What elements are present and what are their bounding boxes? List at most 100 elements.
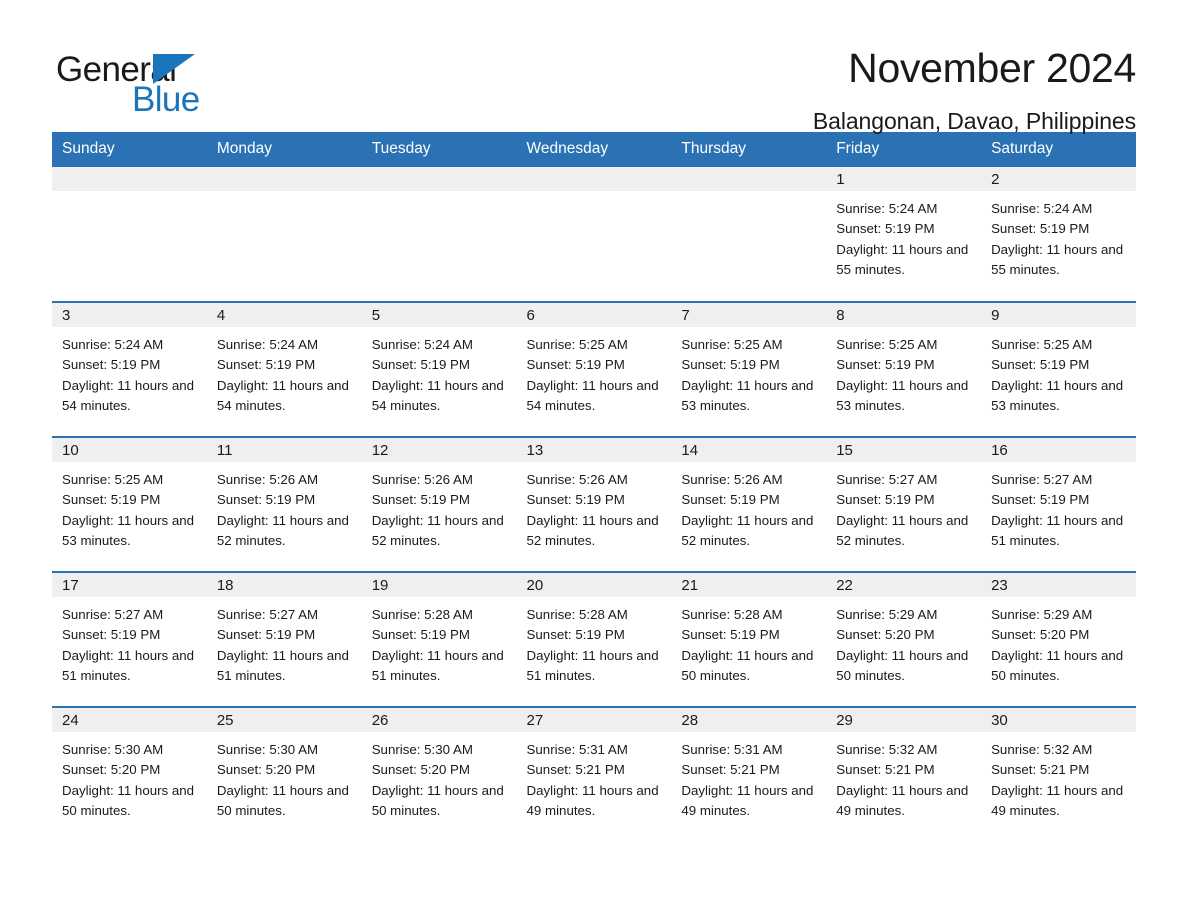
day-number: 27 <box>516 708 672 732</box>
calendar-day-cell[interactable]: 26 Sunrise: 5:30 AM Sunset: 5:20 PM Dayli… <box>361 706 517 842</box>
day-sun-info: Sunrise: 5:30 AM Sunset: 5:20 PM Dayligh… <box>216 742 349 818</box>
calendar-day-cell[interactable]: 1 Sunrise: 5:24 AM Sunset: 5:19 PM Daylig… <box>826 167 982 302</box>
day-number: 8 <box>826 303 982 327</box>
day-sun-info: Sunrise: 5:30 AM Sunset: 5:20 PM Dayligh… <box>371 742 504 818</box>
day-sun-info <box>207 191 362 199</box>
day-number <box>516 167 672 191</box>
calendar-cell-empty <box>206 167 362 302</box>
calendar-cell-empty <box>52 167 207 302</box>
calendar-cell-empty <box>516 167 672 302</box>
weekday-header-thursday: Thursday <box>671 132 827 167</box>
calendar-day-cell[interactable]: 7 Sunrise: 5:25 AM Sunset: 5:19 PM Daylig… <box>671 301 827 437</box>
calendar-day-cell[interactable]: 14 Sunrise: 5:26 AM Sunset: 5:19 PM Dayli… <box>671 436 827 572</box>
day-sun-info <box>362 191 517 199</box>
day-sun-info: Sunrise: 5:26 AM Sunset: 5:19 PM Dayligh… <box>526 472 659 548</box>
day-number: 15 <box>826 438 982 462</box>
calendar-day-cell[interactable]: 24 Sunrise: 5:30 AM Sunset: 5:20 PM Dayli… <box>52 706 207 842</box>
day-sun-info: Sunrise: 5:24 AM Sunset: 5:19 PM Dayligh… <box>836 201 969 277</box>
day-number: 28 <box>671 708 827 732</box>
calendar-day-cell[interactable]: 8 Sunrise: 5:25 AM Sunset: 5:19 PM Daylig… <box>826 301 982 437</box>
day-sun-info: Sunrise: 5:31 AM Sunset: 5:21 PM Dayligh… <box>681 742 814 818</box>
weekday-header-friday: Friday <box>826 132 982 167</box>
calendar-day-cell[interactable]: 5 Sunrise: 5:24 AM Sunset: 5:19 PM Daylig… <box>361 301 517 437</box>
day-sun-info: Sunrise: 5:27 AM Sunset: 5:19 PM Dayligh… <box>991 472 1124 548</box>
calendar-day-cell[interactable]: 3 Sunrise: 5:24 AM Sunset: 5:19 PM Daylig… <box>52 301 207 437</box>
day-number: 26 <box>361 708 517 732</box>
calendar-day-cell[interactable]: 17 Sunrise: 5:27 AM Sunset: 5:19 PM Dayli… <box>52 571 207 707</box>
day-number <box>671 167 827 191</box>
weekday-header-wednesday: Wednesday <box>516 132 672 167</box>
day-sun-info: Sunrise: 5:24 AM Sunset: 5:19 PM Dayligh… <box>62 337 195 413</box>
calendar-day-cell[interactable]: 25 Sunrise: 5:30 AM Sunset: 5:20 PM Dayli… <box>206 706 362 842</box>
day-number: 10 <box>52 438 207 462</box>
calendar-day-cell[interactable]: 9 Sunrise: 5:25 AM Sunset: 5:19 PM Daylig… <box>981 301 1136 437</box>
day-sun-info: Sunrise: 5:28 AM Sunset: 5:19 PM Dayligh… <box>526 607 659 683</box>
location-subtitle: Balangonan, Davao, Philippines <box>812 108 1136 135</box>
calendar-day-cell[interactable]: 6 Sunrise: 5:25 AM Sunset: 5:19 PM Daylig… <box>516 301 672 437</box>
day-number: 6 <box>516 303 672 327</box>
calendar-day-cell[interactable]: 30 Sunrise: 5:32 AM Sunset: 5:21 PM Dayli… <box>981 706 1136 842</box>
logo-text-blue: Blue <box>132 80 200 119</box>
calendar-day-cell[interactable]: 10 Sunrise: 5:25 AM Sunset: 5:19 PM Dayli… <box>52 436 207 572</box>
day-number: 17 <box>52 573 207 597</box>
day-sun-info: Sunrise: 5:32 AM Sunset: 5:21 PM Dayligh… <box>991 742 1124 818</box>
calendar-week-row: 3 Sunrise: 5:24 AM Sunset: 5:19 PM Daylig… <box>52 301 1136 437</box>
day-sun-info <box>671 191 826 199</box>
calendar-day-cell[interactable]: 23 Sunrise: 5:29 AM Sunset: 5:20 PM Dayli… <box>981 571 1136 707</box>
day-number: 12 <box>361 438 517 462</box>
day-sun-info: Sunrise: 5:26 AM Sunset: 5:19 PM Dayligh… <box>371 472 504 548</box>
day-sun-info: Sunrise: 5:32 AM Sunset: 5:21 PM Dayligh… <box>836 742 969 818</box>
calendar-week-row: 10 Sunrise: 5:25 AM Sunset: 5:19 PM Dayli… <box>52 436 1136 572</box>
day-sun-info: Sunrise: 5:28 AM Sunset: 5:19 PM Dayligh… <box>371 607 504 683</box>
day-number: 4 <box>206 303 362 327</box>
calendar-day-cell[interactable]: 16 Sunrise: 5:27 AM Sunset: 5:19 PM Dayli… <box>981 436 1136 572</box>
calendar-day-cell[interactable]: 13 Sunrise: 5:26 AM Sunset: 5:19 PM Dayli… <box>516 436 672 572</box>
calendar-header-row: Sunday Monday Tuesday Wednesday Thursday Frid… <box>52 132 1136 167</box>
day-number: 19 <box>361 573 517 597</box>
day-number: 24 <box>52 708 207 732</box>
calendar-day-cell[interactable]: 19 Sunrise: 5:28 AM Sunset: 5:19 PM Dayli… <box>361 571 517 707</box>
calendar-day-cell[interactable]: 11 Sunrise: 5:26 AM Sunset: 5:19 PM Dayli… <box>206 436 362 572</box>
day-number: 13 <box>516 438 672 462</box>
calendar-day-cell[interactable]: 12 Sunrise: 5:26 AM Sunset: 5:19 PM Dayli… <box>361 436 517 572</box>
calendar-day-cell[interactable]: 28 Sunrise: 5:31 AM Sunset: 5:21 PM Dayli… <box>671 706 827 842</box>
day-number: 30 <box>981 708 1136 732</box>
page-title: November 2024 <box>848 45 1136 91</box>
day-sun-info: Sunrise: 5:29 AM Sunset: 5:20 PM Dayligh… <box>836 607 969 683</box>
day-number <box>52 167 207 191</box>
calendar-day-cell[interactable]: 20 Sunrise: 5:28 AM Sunset: 5:19 PM Dayli… <box>516 571 672 707</box>
weekday-header-monday: Monday <box>206 132 362 167</box>
calendar-grid: Sunday Monday Tuesday Wednesday Thursday Frid… <box>52 132 1136 842</box>
day-sun-info: Sunrise: 5:25 AM Sunset: 5:19 PM Dayligh… <box>526 337 659 413</box>
day-number: 1 <box>826 167 982 191</box>
calendar-day-cell[interactable]: 27 Sunrise: 5:31 AM Sunset: 5:21 PM Dayli… <box>516 706 672 842</box>
calendar-day-cell[interactable]: 15 Sunrise: 5:27 AM Sunset: 5:19 PM Dayli… <box>826 436 982 572</box>
day-sun-info: Sunrise: 5:25 AM Sunset: 5:19 PM Dayligh… <box>62 472 195 548</box>
generalblue-logo[interactable]: General Blue <box>56 44 236 119</box>
calendar-day-cell[interactable]: 4 Sunrise: 5:24 AM Sunset: 5:19 PM Daylig… <box>206 301 362 437</box>
day-sun-info: Sunrise: 5:27 AM Sunset: 5:19 PM Dayligh… <box>62 607 195 683</box>
day-number: 3 <box>52 303 207 327</box>
weekday-header-tuesday: Tuesday <box>361 132 517 167</box>
day-number: 7 <box>671 303 827 327</box>
day-number: 2 <box>981 167 1136 191</box>
weekday-header-saturday: Saturday <box>981 132 1136 167</box>
calendar-day-cell[interactable]: 21 Sunrise: 5:28 AM Sunset: 5:19 PM Dayli… <box>671 571 827 707</box>
day-sun-info: Sunrise: 5:31 AM Sunset: 5:21 PM Dayligh… <box>526 742 659 818</box>
calendar-cell-empty <box>671 167 827 302</box>
day-number: 22 <box>826 573 982 597</box>
calendar-day-cell[interactable]: 2 Sunrise: 5:24 AM Sunset: 5:19 PM Daylig… <box>981 167 1136 302</box>
calendar-day-cell[interactable]: 29 Sunrise: 5:32 AM Sunset: 5:21 PM Dayli… <box>826 706 982 842</box>
day-sun-info <box>517 191 672 199</box>
day-sun-info: Sunrise: 5:24 AM Sunset: 5:19 PM Dayligh… <box>216 337 349 413</box>
day-sun-info: Sunrise: 5:25 AM Sunset: 5:19 PM Dayligh… <box>681 337 814 413</box>
day-number: 25 <box>206 708 362 732</box>
day-sun-info: Sunrise: 5:25 AM Sunset: 5:19 PM Dayligh… <box>836 337 969 413</box>
day-sun-info <box>52 191 207 199</box>
day-number <box>206 167 362 191</box>
day-sun-info: Sunrise: 5:27 AM Sunset: 5:19 PM Dayligh… <box>836 472 969 548</box>
calendar-day-cell[interactable]: 22 Sunrise: 5:29 AM Sunset: 5:20 PM Dayli… <box>826 571 982 707</box>
calendar-day-cell[interactable]: 18 Sunrise: 5:27 AM Sunset: 5:19 PM Dayli… <box>206 571 362 707</box>
weekday-header-sunday: Sunday <box>52 132 207 167</box>
title-block: November 2024 Balangonan, Davao, Philipp… <box>813 44 1136 135</box>
